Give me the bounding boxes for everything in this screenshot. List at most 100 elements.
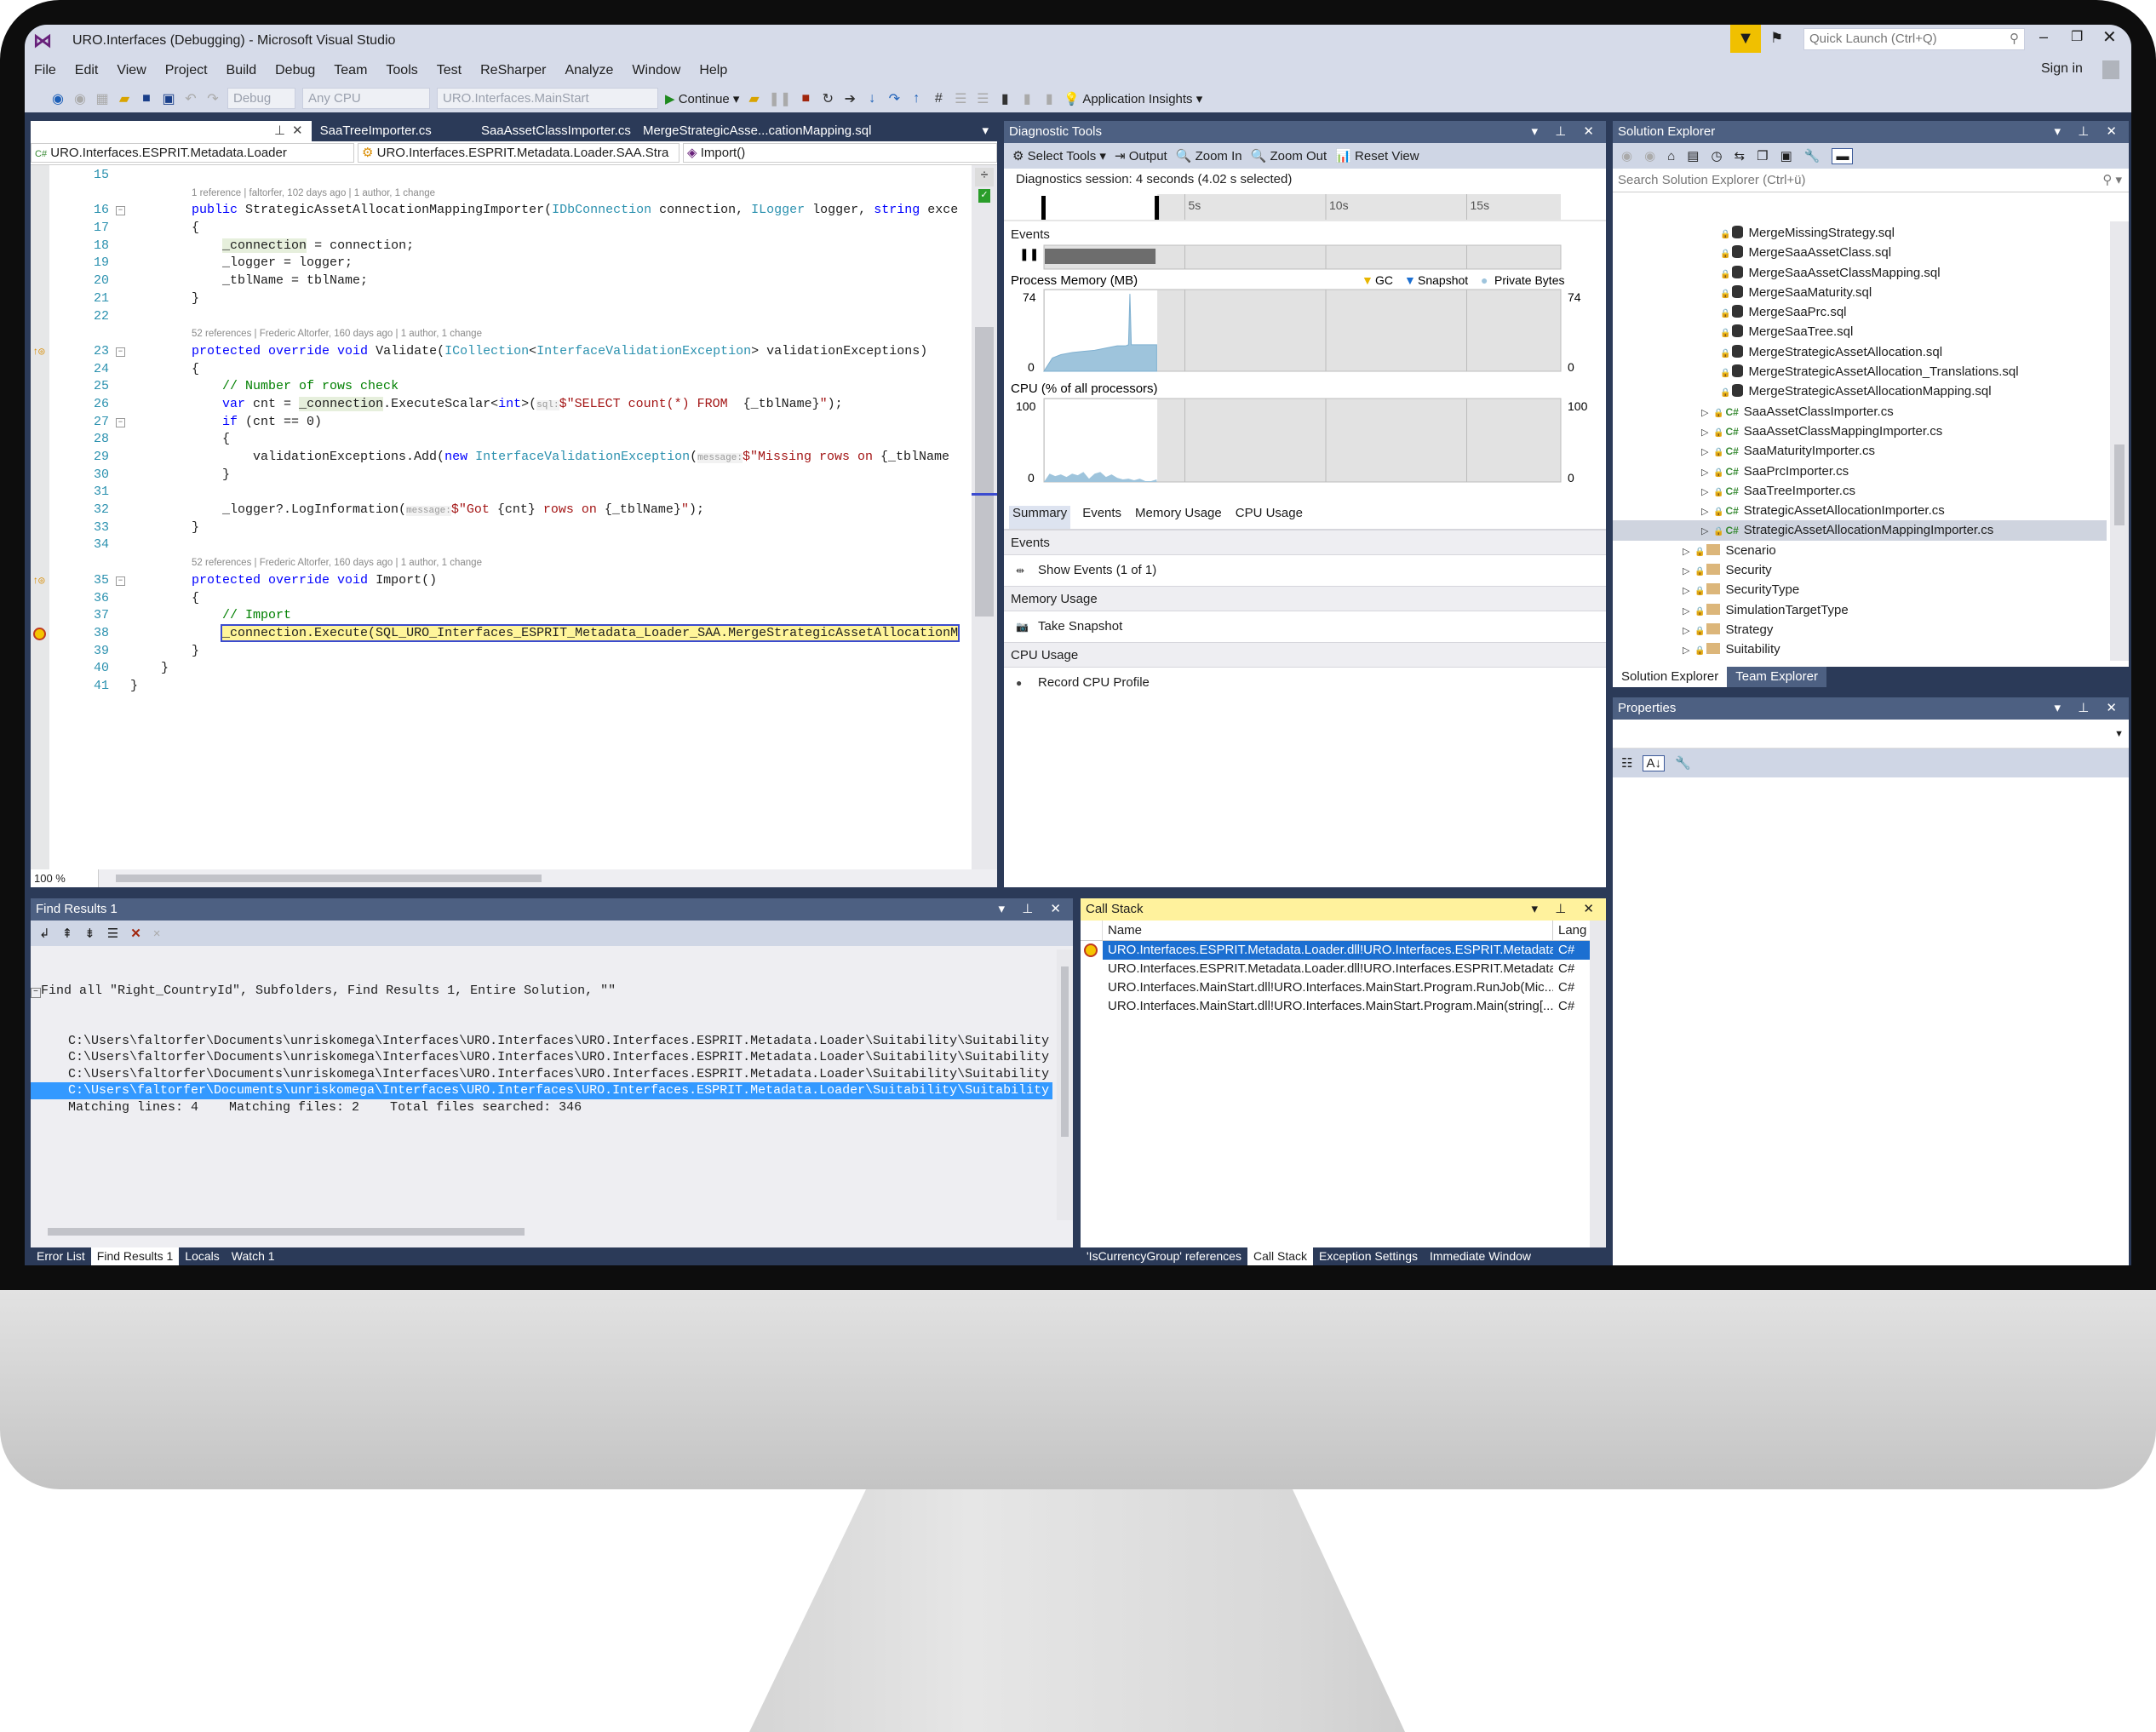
pause-icon[interactable]: ❚❚ (768, 90, 791, 107)
collapse-icon[interactable]: − (116, 206, 125, 216)
expand-arrow-icon[interactable]: ▷ (1683, 622, 1694, 641)
project-nav-dropdown[interactable]: C# URO.Interfaces.ESPRIT.Metadata.Loader (31, 143, 354, 163)
bookmark-icon[interactable]: ▮ (997, 90, 1012, 107)
back-icon[interactable]: ◉ (50, 90, 66, 107)
call-stack-frame[interactable]: URO.Interfaces.MainStart.dll!URO.Interfa… (1081, 978, 1606, 997)
back-icon[interactable]: ◉ (1621, 148, 1632, 163)
tree-item[interactable]: ▷ 🔒 C# SaaTreeImporter.cs (1613, 481, 2107, 501)
collapse-icon[interactable]: − (116, 417, 125, 427)
tab-solution-explorer[interactable]: Solution Explorer (1613, 667, 1728, 687)
clear-all-icon[interactable]: ✕ (130, 926, 141, 941)
switch-views-icon[interactable]: ▤ (1687, 148, 1699, 163)
codelens[interactable]: 52 references | Frederic Altorfer, 160 d… (31, 554, 972, 572)
properties-wrench-icon[interactable]: 🔧 (1804, 148, 1821, 163)
menu-resharper[interactable]: ReSharper (471, 59, 555, 83)
continue-button[interactable]: ▶ Continue ▾ (665, 91, 739, 106)
tree-item[interactable]: ▷ 🔒 C# SaaPrcImporter.cs (1613, 462, 2107, 481)
bottom-tab[interactable]: Find Results 1 (90, 1247, 180, 1265)
expand-arrow-icon[interactable]: ▷ (1701, 423, 1713, 443)
show-all-files-icon[interactable]: ▣ (1780, 148, 1792, 163)
codelens[interactable]: 1 reference | faltorfer, 102 days ago | … (31, 185, 972, 203)
filter-icon[interactable]: ▼ (1730, 25, 1761, 53)
solution-search-input[interactable]: Search Solution Explorer (Ctrl+ü) ⚲ ▾ (1613, 169, 2129, 192)
step-over-icon[interactable]: ↷ (886, 90, 902, 107)
editor-tab[interactable]: SaaTreeImporter.cs (312, 121, 473, 141)
step-into-icon[interactable]: ↓ (864, 91, 880, 106)
minimize-button[interactable]: – (2039, 28, 2048, 46)
undo-icon[interactable]: ↶ (183, 90, 198, 107)
menu-team[interactable]: Team (324, 59, 376, 83)
hex-display-icon[interactable]: # (931, 91, 946, 106)
section-action[interactable]: ⇹ Show Events (1 of 1) (1004, 555, 1606, 586)
redo-icon[interactable]: ↷ (205, 90, 221, 107)
codelens-text[interactable]: 1 reference | faltorfer, 102 days ago | … (192, 185, 435, 203)
call-stack-frame[interactable]: URO.Interfaces.ESPRIT.Metadata.Loader.dl… (1081, 941, 1606, 960)
categorized-icon[interactable]: ☷ (1621, 755, 1632, 771)
tree-item[interactable]: ▷ 🔒 SecurityType (1613, 580, 2107, 599)
startup-project-select[interactable]: URO.Interfaces.MainStart (437, 88, 658, 109)
collapse-icon[interactable]: − (116, 576, 125, 586)
zoom-out-button[interactable]: 🔍 Zoom Out (1251, 148, 1327, 163)
solution-scrollbar[interactable] (2110, 221, 2129, 661)
prev-bookmark-icon[interactable]: ▮ (1019, 90, 1035, 107)
property-pages-icon[interactable]: 🔧 (1675, 755, 1691, 771)
tab-team-explorer[interactable]: Team Explorer (1727, 667, 1826, 687)
scrollbar-thumb[interactable] (48, 1228, 525, 1236)
menu-window[interactable]: Window (622, 59, 690, 83)
go-to-location-icon[interactable]: ↲ (39, 926, 50, 941)
pin-icon[interactable]: ⊥ (266, 123, 285, 138)
tree-item[interactable]: ▷ 🔒 Security (1613, 560, 2107, 580)
find-result-row[interactable]: C:\Users\faltorfer\Documents\unriskomega… (31, 1049, 1052, 1066)
diag-tab-memory-usage[interactable]: Memory Usage (1133, 506, 1224, 529)
call-stack-frame[interactable]: URO.Interfaces.ESPRIT.Metadata.Loader.dl… (1081, 960, 1606, 978)
codelens[interactable]: 52 references | Frederic Altorfer, 160 d… (31, 325, 972, 343)
pending-changes-icon[interactable]: ◷ (1711, 148, 1722, 163)
column-header-name[interactable]: Name (1103, 920, 1553, 940)
tree-item[interactable]: ▷ 🔒 Scenario (1613, 541, 2107, 560)
find-vertical-scrollbar[interactable] (1057, 949, 1073, 1220)
bottom-tab[interactable]: Watch 1 (226, 1247, 281, 1265)
menu-edit[interactable]: Edit (66, 59, 108, 83)
application-insights-button[interactable]: 💡 Application Insights ▾ (1064, 91, 1202, 106)
bottom-tab[interactable]: Locals (179, 1247, 225, 1265)
codelens-text[interactable]: 52 references | Frederic Altorfer, 160 d… (192, 325, 482, 343)
restore-button[interactable]: ❐ (2071, 28, 2083, 45)
tree-item[interactable]: ▷ 🔒 C# SaaAssetClassMappingImporter.cs (1613, 422, 2107, 441)
alphabetical-icon[interactable]: A↓ (1643, 754, 1665, 771)
section-action[interactable]: ● Record CPU Profile (1004, 668, 1606, 698)
sync-icon[interactable]: ⇆ (1735, 148, 1746, 163)
object-select[interactable]: ▼ (1613, 720, 2129, 748)
editor-tab[interactable]: SaaAssetClassImporter.cs (473, 121, 634, 141)
tree-item[interactable]: ▷ 🔒 Suitability (1613, 639, 2107, 659)
menu-file[interactable]: File (25, 59, 66, 83)
menu-tools[interactable]: Tools (376, 59, 427, 83)
code-area[interactable]: 15 1 reference | faltorfer, 102 days ago … (31, 167, 972, 869)
diag-tab-cpu-usage[interactable]: CPU Usage (1234, 506, 1304, 529)
preview-icon[interactable]: ▬ (1832, 147, 1854, 164)
open-file-icon[interactable]: ▰ (117, 90, 132, 107)
tree-item[interactable]: ▷ 🔒 C# StrategicAssetAllocationMappingImpor… (1613, 520, 2107, 541)
column-header-lang[interactable]: Lang (1553, 920, 1586, 940)
quick-launch-input[interactable]: Quick Launch (Ctrl+Q) ⚲ (1803, 28, 2025, 50)
selection-handle-end[interactable] (1155, 196, 1160, 220)
tree-item[interactable]: 🔒 MergeSaaAssetClass.sql (1613, 243, 2107, 262)
editor-tab[interactable]: MergeStrategicAsse...cationMapping.sql (634, 121, 974, 141)
expand-arrow-icon[interactable]: ▷ (1701, 502, 1713, 522)
scrollbar-thumb[interactable] (1061, 966, 1069, 1137)
clear-filter-icon[interactable]: ☰ (107, 926, 118, 941)
expand-arrow-icon[interactable]: ▷ (1701, 443, 1713, 462)
find-in-files-icon[interactable]: ▰ (746, 90, 761, 107)
diag-tab-summary[interactable]: Summary (1009, 506, 1071, 529)
menu-analyze[interactable]: Analyze (555, 59, 622, 83)
expand-arrow-icon[interactable]: ▷ (1701, 463, 1713, 483)
type-nav-dropdown[interactable]: ⚙ URO.Interfaces.ESPRIT.Metadata.Loader.… (358, 143, 679, 163)
expand-arrow-icon[interactable]: ▷ (1701, 483, 1713, 502)
tree-item[interactable]: ▷ 🔒 SimulationTargetType (1613, 600, 2107, 620)
comment-icon[interactable]: ☰ (953, 90, 968, 107)
solution-tree[interactable]: 🔒 MergeMissingStrategy.sql 🔒 MergeSaaAssetC… (1613, 223, 2107, 659)
bottom-tab[interactable]: Error List (31, 1247, 91, 1265)
show-next-statement-icon[interactable]: ➔ (842, 90, 857, 107)
tree-item[interactable]: 🔒 MergeSaaAssetClassMapping.sql (1613, 263, 2107, 283)
tab-overflow-icon[interactable]: ▾ (973, 121, 997, 141)
stop-icon[interactable]: ■ (798, 91, 813, 106)
